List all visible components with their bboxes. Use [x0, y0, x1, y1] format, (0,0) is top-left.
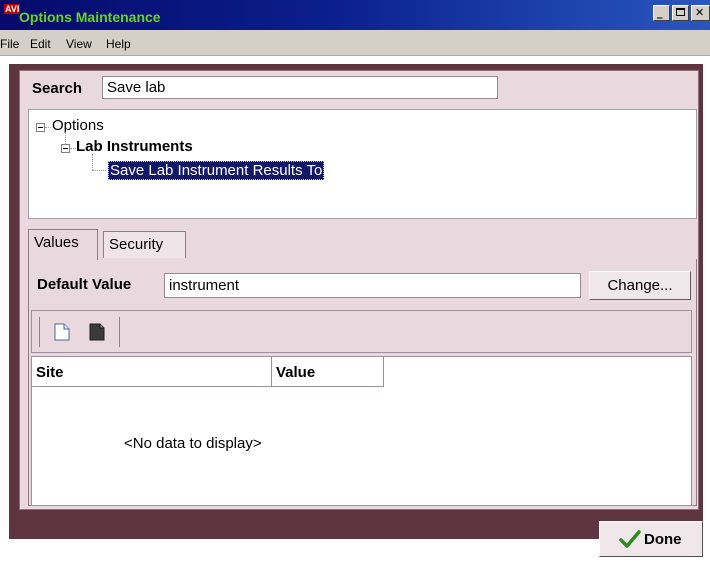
done-label: Done [644, 531, 682, 548]
collapse-icon[interactable] [36, 123, 45, 132]
dark-document-icon[interactable] [89, 323, 105, 346]
maximize-button[interactable] [672, 5, 689, 21]
menu-file[interactable]: File [0, 37, 19, 51]
close-icon: ✕ [695, 6, 705, 19]
window-title: Options Maintenance [19, 9, 161, 25]
maximize-icon [676, 8, 685, 16]
new-document-icon[interactable] [54, 323, 70, 346]
collapse-icon[interactable] [61, 144, 70, 153]
checkmark-icon [619, 530, 641, 553]
grid-toolbar [31, 310, 692, 353]
toolbar-separator [39, 317, 40, 347]
tree-connector [45, 127, 51, 128]
default-value-label: Default Value [37, 276, 132, 293]
tab-values[interactable]: Values [28, 229, 98, 260]
menu-help[interactable]: Help [106, 37, 131, 51]
menu-bar: File Edit View Help [0, 30, 710, 56]
tab-security[interactable]: Security [103, 231, 186, 258]
toolbar-separator [119, 317, 120, 347]
done-button[interactable]: Done [599, 521, 703, 557]
default-value-field[interactable]: instrument [164, 273, 581, 298]
close-button[interactable]: ✕ [691, 5, 710, 21]
search-label: Search [32, 80, 83, 97]
menu-view[interactable]: View [66, 37, 92, 51]
app-logo-icon: AVI [4, 4, 21, 14]
options-maintenance-window: AVI Options Maintenance _ ✕ File Edit Vi… [0, 0, 710, 563]
minimize-button[interactable]: _ [653, 5, 670, 21]
tree-connector [92, 154, 93, 170]
empty-grid-message: <No data to display> [124, 435, 262, 452]
tree-node-save-lab-instrument-results[interactable]: Save Lab Instrument Results To [108, 161, 325, 180]
options-tree[interactable]: Options Lab Instruments Save Lab Instrum… [28, 109, 697, 219]
tree-connector [92, 170, 106, 171]
tree-node-lab-instruments[interactable]: Lab Instruments [76, 138, 193, 155]
title-bar[interactable]: AVI Options Maintenance _ ✕ [0, 0, 710, 30]
minimize-icon: _ [657, 6, 663, 19]
change-button[interactable]: Change... [589, 271, 691, 300]
column-header-site[interactable]: Site [32, 357, 272, 387]
tree-node-options[interactable]: Options [52, 117, 104, 134]
search-input[interactable]: Save lab [102, 76, 498, 99]
tree-connector [65, 132, 66, 144]
menu-edit[interactable]: Edit [30, 37, 51, 51]
column-header-value[interactable]: Value [272, 357, 384, 387]
